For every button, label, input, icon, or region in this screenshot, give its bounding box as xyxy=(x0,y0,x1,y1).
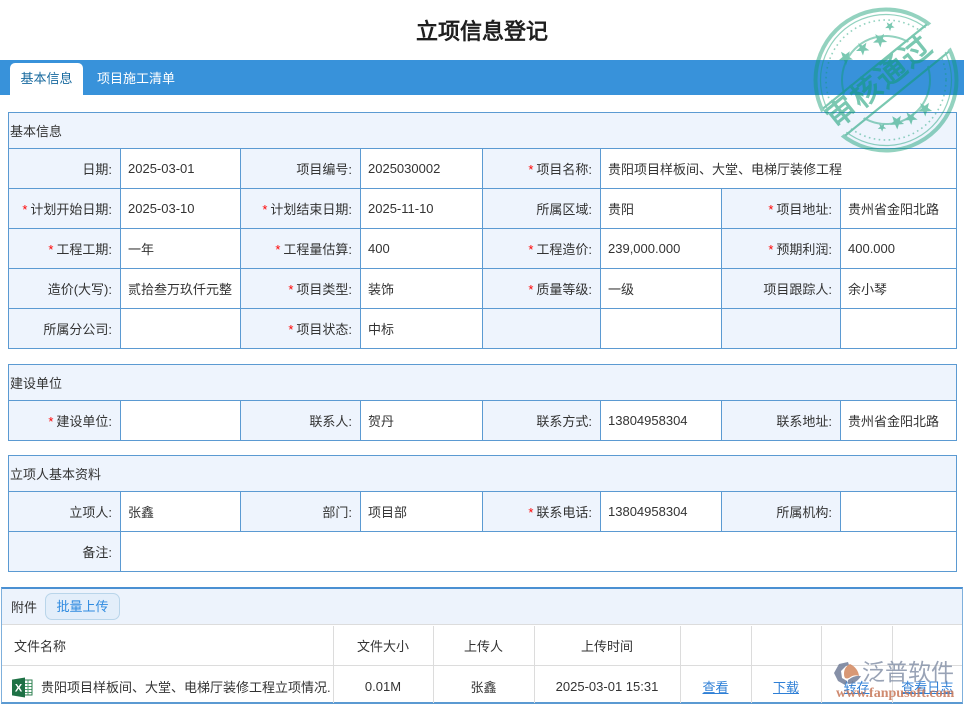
svg-text:www.fanpusoft.com: www.fanpusoft.com xyxy=(836,686,955,701)
svg-text:X: X xyxy=(15,683,23,695)
svg-text:泛普软件: 泛普软件 xyxy=(862,659,954,685)
